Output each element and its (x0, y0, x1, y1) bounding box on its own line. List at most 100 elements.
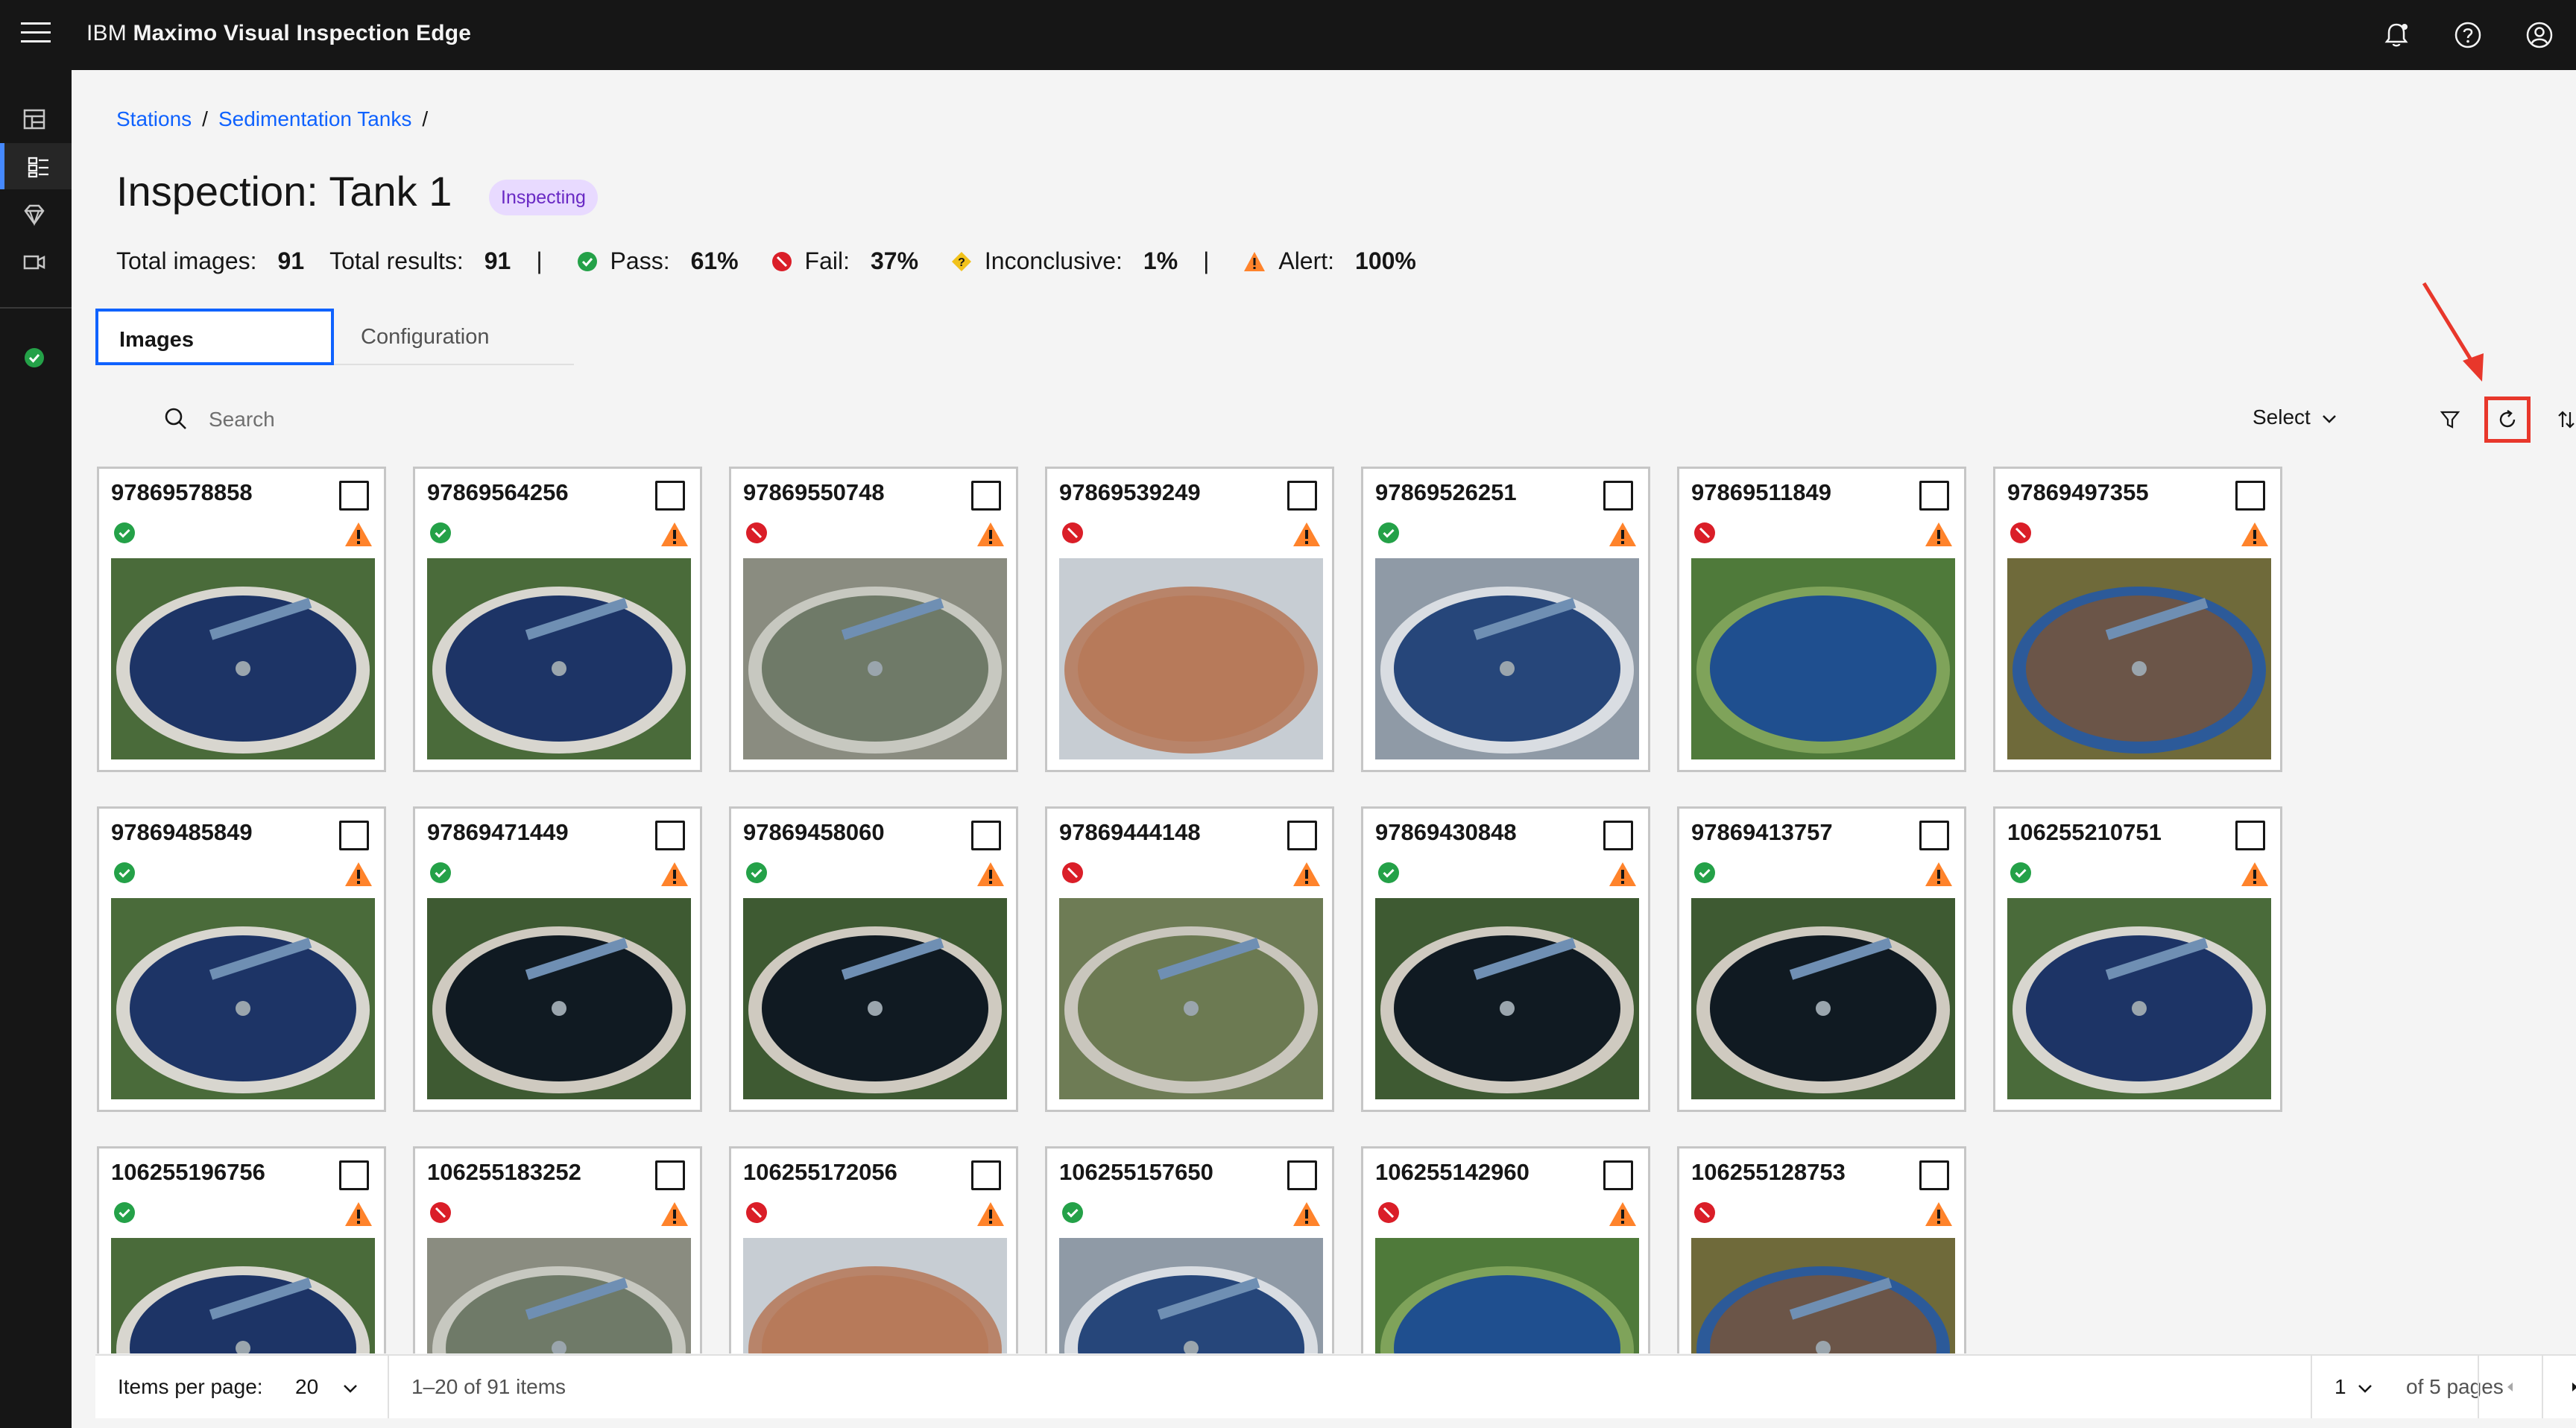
alert-label: Alert: (1278, 247, 1335, 275)
image-card[interactable]: 97869578858 (97, 467, 386, 772)
inspection-image[interactable] (1059, 1238, 1323, 1353)
image-card[interactable]: 97869564256 (413, 467, 702, 772)
previous-page-button[interactable] (2479, 1356, 2542, 1418)
image-card[interactable]: 97869485849 (97, 806, 386, 1112)
image-card[interactable]: 97869413757 (1677, 806, 1966, 1112)
inspection-image[interactable] (111, 1238, 375, 1353)
select-checkbox[interactable] (971, 1160, 1001, 1190)
alert-icon (660, 861, 689, 891)
app-title[interactable]: IBM Maximo Visual Inspection Edge (86, 21, 471, 46)
image-id: 97869550748 (743, 479, 885, 505)
user-avatar-icon[interactable] (2522, 18, 2557, 52)
inspection-image[interactable] (743, 898, 1007, 1099)
image-card[interactable]: 97869444148 (1045, 806, 1334, 1112)
image-card[interactable]: 106255172056 (729, 1146, 1018, 1353)
inspection-image[interactable] (427, 898, 691, 1099)
select-checkbox[interactable] (339, 481, 369, 511)
inspection-image[interactable] (111, 558, 375, 759)
image-card[interactable]: 106255210751 (1993, 806, 2282, 1112)
fail-icon (745, 1201, 768, 1228)
pagination-divider (388, 1356, 389, 1418)
fail-icon (2009, 521, 2033, 549)
help-icon[interactable] (2451, 18, 2485, 52)
select-checkbox[interactable] (339, 1160, 369, 1190)
image-card[interactable]: 97869497355 (1993, 467, 2282, 772)
inconclusive-label: Inconclusive: (984, 247, 1123, 275)
inspection-image[interactable] (1059, 558, 1323, 759)
inspection-image[interactable] (427, 1238, 691, 1353)
page-title: Inspection: Tank 1 (116, 168, 452, 215)
select-checkbox[interactable] (655, 821, 685, 850)
inspection-image[interactable] (1059, 898, 1323, 1099)
next-page-button[interactable] (2543, 1356, 2576, 1418)
image-card[interactable]: 97869458060 (729, 806, 1018, 1112)
image-card[interactable]: 106255128753 (1677, 1146, 1966, 1353)
dashboard-icon[interactable] (0, 95, 72, 142)
alert-icon (2240, 521, 2270, 552)
select-checkbox[interactable] (1287, 1160, 1317, 1190)
select-checkbox[interactable] (971, 821, 1001, 850)
inspection-image[interactable] (743, 558, 1007, 759)
pass-value: 61% (690, 247, 739, 275)
pass-icon (577, 251, 597, 271)
select-checkbox[interactable] (971, 481, 1001, 511)
select-checkbox[interactable] (1287, 481, 1317, 511)
select-checkbox[interactable] (1919, 481, 1949, 511)
image-card[interactable]: 106255142960 (1361, 1146, 1650, 1353)
sort-button[interactable] (2543, 397, 2576, 443)
select-checkbox[interactable] (1603, 821, 1633, 850)
stations-icon[interactable] (0, 143, 72, 189)
models-icon[interactable] (0, 191, 72, 237)
alert-icon (1924, 521, 1954, 552)
inspection-image[interactable] (1691, 1238, 1955, 1353)
select-dropdown[interactable]: Select (2253, 405, 2337, 429)
inspection-image[interactable] (1691, 898, 1955, 1099)
breadcrumb-link-stations[interactable]: Stations (116, 107, 192, 130)
inspection-image[interactable] (1375, 1238, 1639, 1353)
select-checkbox[interactable] (1919, 821, 1949, 850)
tab-images[interactable]: Images (95, 309, 334, 365)
select-checkbox[interactable] (1603, 481, 1633, 511)
image-id: 97869444148 (1059, 819, 1201, 845)
page-select[interactable]: 1 (2334, 1375, 2373, 1399)
select-checkbox[interactable] (1603, 1160, 1633, 1190)
alert-icon (1292, 1201, 1322, 1231)
tab-configuration[interactable]: Configuration (334, 309, 574, 365)
main-content: Stations / Sedimentation Tanks / Inspection… (72, 70, 2576, 1428)
fail-icon (1377, 1201, 1401, 1228)
select-checkbox[interactable] (655, 481, 685, 511)
select-checkbox[interactable] (339, 821, 369, 850)
breadcrumb-link-sedimentation-tanks[interactable]: Sedimentation Tanks (218, 107, 411, 130)
inspection-image[interactable] (427, 558, 691, 759)
select-checkbox[interactable] (2235, 821, 2265, 850)
image-card[interactable]: 97869471449 (413, 806, 702, 1112)
image-card[interactable]: 106255157650 (1045, 1146, 1334, 1353)
filter-button[interactable] (2427, 397, 2473, 443)
inspection-image[interactable] (743, 1238, 1007, 1353)
inspection-image[interactable] (1375, 558, 1639, 759)
search-input[interactable] (207, 404, 806, 435)
image-card[interactable]: 97869539249 (1045, 467, 1334, 772)
image-card[interactable]: 97869526251 (1361, 467, 1650, 772)
inspection-image[interactable] (2007, 558, 2271, 759)
image-card[interactable]: 97869430848 (1361, 806, 1650, 1112)
inspection-image[interactable] (2007, 898, 2271, 1099)
image-card[interactable]: 97869511849 (1677, 467, 1966, 772)
refresh-button[interactable] (2484, 397, 2531, 443)
notification-icon[interactable] (2379, 18, 2414, 52)
select-checkbox[interactable] (1919, 1160, 1949, 1190)
image-card[interactable]: 106255196756 (97, 1146, 386, 1353)
inspection-image[interactable] (111, 898, 375, 1099)
image-card[interactable]: 97869550748 (729, 467, 1018, 772)
pass-icon (1061, 1201, 1085, 1228)
select-checkbox[interactable] (2235, 481, 2265, 511)
items-per-page-select[interactable]: 20 (295, 1375, 359, 1399)
image-card[interactable]: 106255183252 (413, 1146, 702, 1353)
select-checkbox[interactable] (655, 1160, 685, 1190)
inspection-image[interactable] (1691, 558, 1955, 759)
select-checkbox[interactable] (1287, 821, 1317, 850)
camera-icon[interactable] (0, 238, 72, 285)
inspection-image[interactable] (1375, 898, 1639, 1099)
hamburger-menu-icon[interactable] (21, 22, 51, 48)
alert-icon (2240, 861, 2270, 891)
